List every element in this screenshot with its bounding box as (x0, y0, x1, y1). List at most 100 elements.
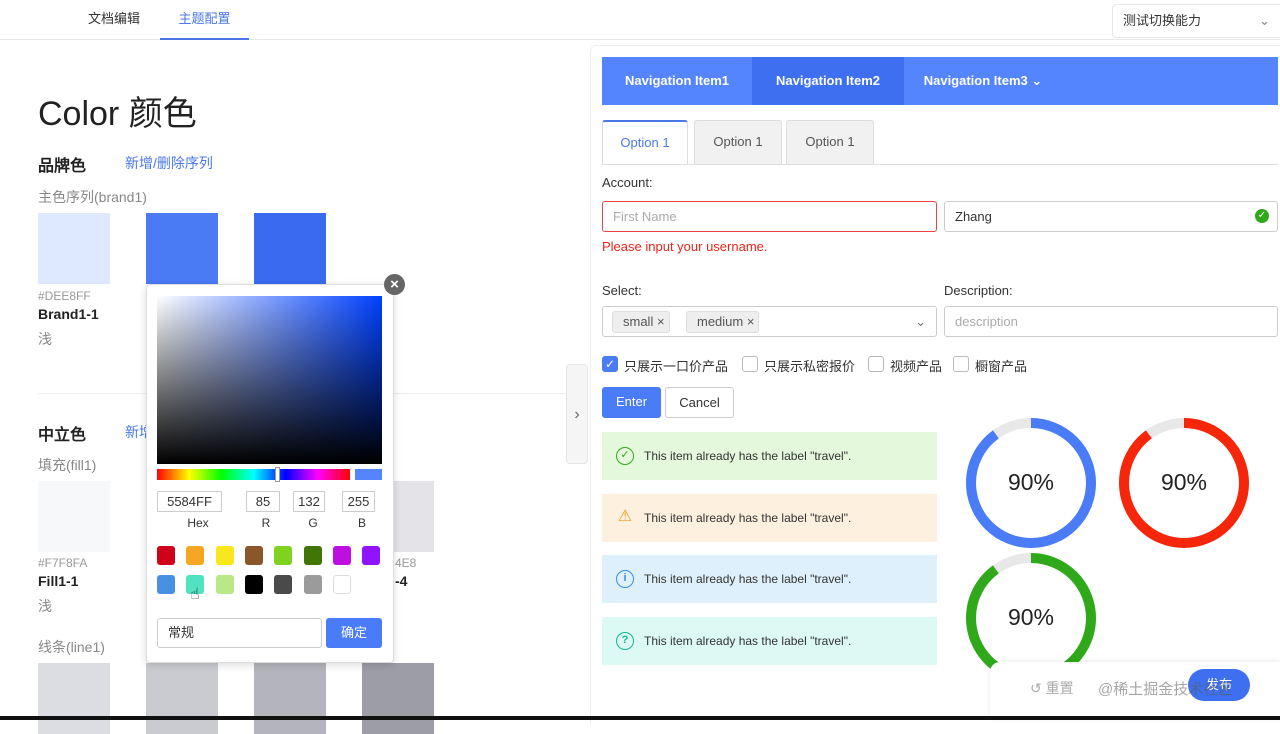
swatch-tone: 浅 (38, 598, 52, 614)
tag-label: medium (697, 314, 744, 329)
preset-color-swatch[interactable] (332, 546, 351, 565)
line-swatch-2[interactable] (146, 663, 218, 734)
brand-swatch-1[interactable] (38, 213, 110, 284)
tag-label: small (623, 314, 654, 329)
checkbox-label: 视频产品 (890, 359, 943, 374)
checkbox-label: 只展示私密报价 (764, 359, 856, 374)
color-preview (355, 469, 382, 480)
hue-slider-handle[interactable] (275, 467, 280, 482)
r-input[interactable]: 85 (246, 491, 280, 512)
checkbox-video[interactable] (868, 356, 884, 372)
preset-color-swatch[interactable] (362, 546, 381, 565)
reset-button[interactable]: ↺ 重置 (1030, 678, 1074, 698)
brand-heading: 品牌色 (38, 158, 87, 175)
tab-option-2[interactable]: Option 1 (694, 120, 782, 164)
confirm-button[interactable]: 确定 (326, 618, 382, 648)
preset-color-swatch[interactable] (186, 546, 205, 565)
swatch-name: Fill1-1 (38, 573, 79, 589)
tab-option-3[interactable]: Option 1 (786, 120, 874, 164)
preset-color-swatch[interactable] (215, 575, 234, 594)
mode-select-value: 测试切换能力 (1123, 13, 1202, 28)
undo-icon: ↺ (1030, 680, 1042, 696)
select-label: Select: (602, 283, 642, 298)
preset-color-swatch[interactable] (274, 546, 293, 565)
hue-slider[interactable] (157, 469, 350, 480)
collapse-handle[interactable]: › (566, 364, 588, 464)
account-label: Account: (602, 175, 653, 190)
progress-label: 90% (1007, 604, 1055, 630)
alert-text: This item already has the label "travel"… (644, 511, 852, 525)
swatch-hex: #DEE8FF (38, 289, 91, 303)
close-icon[interactable]: × (657, 314, 665, 329)
mode-select[interactable]: 测试切换能力 ⌄ (1112, 4, 1280, 38)
line-swatch-1[interactable] (38, 663, 110, 734)
swatch-hex: #F7F8FA (38, 556, 88, 570)
alert-text: This item already has the label "travel"… (644, 572, 852, 586)
swatch-hex-partial: 4E8 (395, 556, 417, 570)
alert-help: ? This item already has the label "travel… (602, 617, 937, 665)
g-input[interactable]: 132 (293, 491, 325, 512)
help-icon: ? (616, 632, 634, 650)
alert-success: ✓ This item already has the label "travel… (602, 432, 937, 480)
preset-color-swatch[interactable] (244, 546, 263, 565)
preset-color-swatch[interactable] (215, 546, 234, 565)
progress-label: 90% (1160, 469, 1208, 495)
nav-item-3[interactable]: Navigation Item3 ⌄ (920, 57, 1046, 105)
b-input[interactable]: 255 (342, 491, 375, 512)
alert-text: This item already has the label "travel"… (644, 634, 852, 648)
cancel-button[interactable]: Cancel (665, 387, 734, 418)
checkbox-showcase[interactable] (953, 356, 969, 372)
page-title: Color 颜色 (38, 95, 197, 133)
tag-small: small × (612, 311, 670, 333)
checkbox-fixed-price[interactable]: ✓ (602, 356, 618, 372)
alert-warning: ⚠ This item already has the label "travel… (602, 494, 937, 542)
preset-color-swatch[interactable] (244, 575, 263, 594)
close-icon[interactable]: × (747, 314, 755, 329)
chevron-down-icon: ⌄ (1259, 13, 1270, 28)
screen-edge (0, 716, 1280, 720)
warning-icon: ⚠ (617, 508, 633, 525)
b-label: B (357, 516, 366, 530)
alert-text: This item already has the label "travel"… (644, 449, 852, 463)
description-input[interactable]: description (944, 306, 1278, 337)
close-icon[interactable]: × (384, 274, 405, 295)
tab-document-edit[interactable]: 文档编辑 (88, 0, 140, 40)
check-circle-icon: ✓ (1255, 209, 1269, 223)
preset-color-swatch[interactable] (332, 575, 351, 594)
top-bar: 文档编辑 主题配置 测试切换能力 ⌄ (0, 0, 1280, 40)
tab-option-1[interactable]: Option 1 (602, 120, 688, 164)
progress-label: 90% (1007, 469, 1055, 495)
preset-color-swatch[interactable] (274, 575, 293, 594)
nav-item-1[interactable]: Navigation Item1 (602, 57, 752, 105)
reset-label: 重置 (1045, 680, 1074, 696)
fill-series-label: 填充(fill1) (38, 457, 97, 473)
enter-button[interactable]: Enter (602, 387, 661, 418)
line-swatch-4[interactable] (362, 663, 434, 734)
brand-swatch-3[interactable] (254, 213, 326, 284)
last-name-input[interactable]: Zhang ✓ (944, 201, 1278, 232)
first-name-input[interactable]: First Name (602, 201, 937, 232)
swatch-tone: 浅 (38, 331, 52, 347)
color-name-input[interactable]: 常规 (157, 618, 322, 648)
last-name-value: Zhang (955, 209, 992, 224)
preset-color-swatch[interactable] (303, 575, 322, 594)
checkbox-private-quote[interactable] (742, 356, 758, 372)
brand-swatch-2[interactable] (146, 213, 218, 284)
checkbox-label: 只展示一口价产品 (624, 359, 729, 374)
hex-input[interactable]: 5584FF (157, 491, 222, 512)
nav-item-2[interactable]: Navigation Item2 (752, 57, 904, 105)
saturation-area[interactable] (157, 296, 382, 464)
tab-divider (602, 164, 1278, 165)
tab-theme-config[interactable]: 主题配置 (160, 0, 249, 40)
preset-color-swatch[interactable] (303, 546, 322, 565)
hex-label: Hex (187, 516, 209, 530)
line-swatch-3[interactable] (254, 663, 326, 734)
edit-brand-series-link[interactable]: 新增/删除序列 (125, 153, 213, 173)
neutral-heading: 中立色 (38, 427, 87, 444)
fill-swatch-1[interactable] (38, 481, 110, 552)
alert-info: i This item already has the label "travel… (602, 555, 937, 603)
r-label: R (261, 516, 271, 530)
description-label: Description: (944, 283, 1013, 298)
preset-color-swatch[interactable] (157, 546, 175, 565)
preset-color-swatch[interactable] (157, 575, 175, 594)
